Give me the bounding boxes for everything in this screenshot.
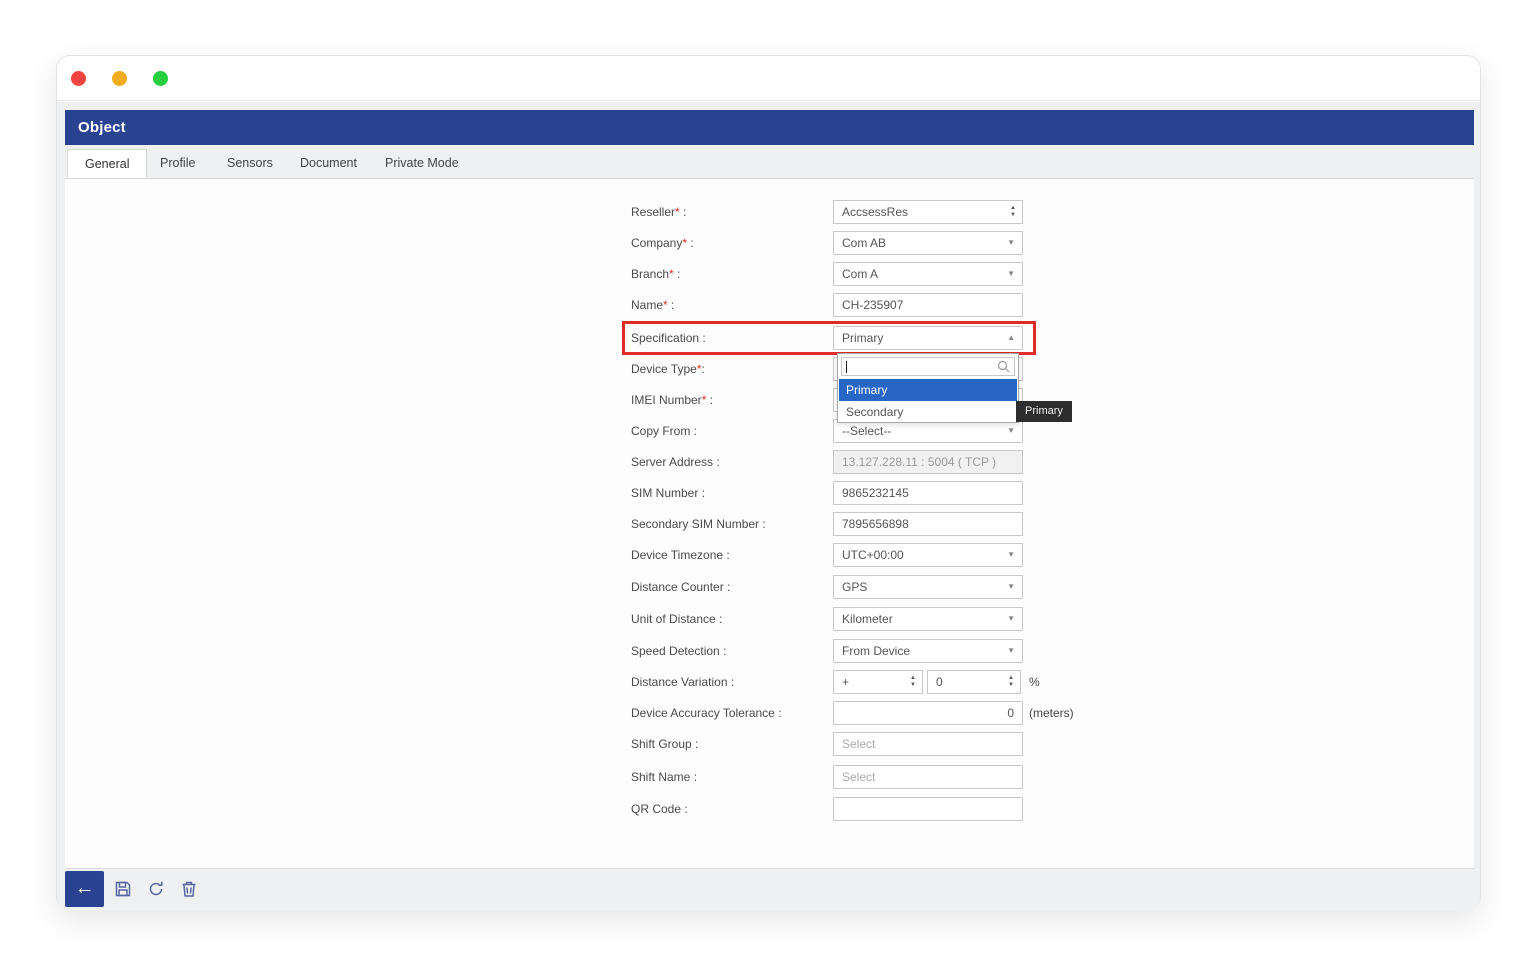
field-row-reseller: Reseller* : AccsessRes▲▼ [631,200,1191,224]
reseller-label: Reseller* : [631,200,829,224]
footer-toolbar: ← [57,869,1480,910]
qr-code-label: QR Code : [631,797,829,821]
title-bar [57,56,1480,101]
field-row-sim-number: SIM Number : [631,481,1191,505]
distance-variation-sign-spinner[interactable]: +▲▼ [833,670,923,694]
zoom-window-icon[interactable] [153,71,168,86]
field-row-secondary-sim-number: Secondary SIM Number : [631,512,1191,536]
device-type-label: Device Type*: [631,357,829,381]
distance-variation-label: Distance Variation : [631,670,829,694]
text-caret [846,361,847,373]
name-input[interactable] [833,293,1023,317]
device-accuracy-tolerance-input[interactable] [833,701,1023,725]
field-row-device-timezone: Device Timezone : UTC+00:00▼ [631,543,1191,567]
device-timezone-label: Device Timezone : [631,543,829,567]
dropdown-option-secondary[interactable]: Secondary [839,401,1017,423]
speed-detection-select[interactable]: From Device▼ [833,639,1023,663]
secondary-sim-number-label: Secondary SIM Number : [631,512,829,536]
specification-select[interactable]: Primary▲ [833,326,1023,350]
tab-profile[interactable]: Profile [143,149,212,178]
distance-counter-select[interactable]: GPS▼ [833,575,1023,599]
device-accuracy-tolerance-unit: (meters) [1029,701,1074,725]
minimize-window-icon[interactable] [112,71,127,86]
specification-label: Specification : [631,326,829,350]
delete-button[interactable] [179,879,199,899]
device-timezone-select[interactable]: UTC+00:00▼ [833,543,1023,567]
shift-group-label: Shift Group : [631,732,829,756]
sim-number-input[interactable] [833,481,1023,505]
branch-label: Branch* : [631,262,829,286]
distance-variation-amount-spinner[interactable]: 0▲▼ [927,670,1021,694]
tab-document[interactable]: Document [283,149,374,178]
copy-from-label: Copy From : [631,419,829,443]
company-label: Company* : [631,231,829,255]
chevron-down-icon: ▼ [1007,263,1015,285]
shift-name-input[interactable] [833,765,1023,789]
field-row-specification: Specification : Primary▲ [631,326,1191,350]
device-accuracy-tolerance-label: Device Accuracy Tolerance : [631,701,829,725]
shift-group-input[interactable] [833,732,1023,756]
distance-variation-unit: % [1029,670,1040,694]
chevron-down-icon: ▼ [1007,608,1015,630]
field-row-distance-counter: Distance Counter : GPS▼ [631,575,1191,599]
chevron-down-icon: ▼ [1007,576,1015,598]
page-title: Object [65,110,1474,145]
search-icon [997,360,1010,378]
stepper-icon: ▲▼ [1010,205,1016,219]
chevron-down-icon: ▼ [1007,420,1015,442]
tab-private-mode[interactable]: Private Mode [368,149,476,178]
close-window-icon[interactable] [71,71,86,86]
chevron-down-icon: ▼ [1007,640,1015,662]
save-icon [113,879,133,899]
save-button[interactable] [113,879,133,899]
qr-code-input[interactable] [833,797,1023,821]
tab-sensors[interactable]: Sensors [210,149,290,178]
field-row-branch: Branch* : Com A▼ [631,262,1191,286]
field-row-distance-variation: Distance Variation : +▲▼ 0▲▼ % [631,670,1191,694]
dropdown-option-primary[interactable]: Primary [839,379,1017,401]
back-arrow-icon: ← [75,877,95,899]
tab-bar: General Profile Sensors Document Private… [65,145,1474,179]
dropdown-search-input[interactable] [841,357,1015,376]
field-row-name: Name* : [631,293,1191,317]
unit-of-distance-select[interactable]: Kilometer▼ [833,607,1023,631]
field-row-server-address: Server Address : 13.127.228.11 : 5004 ( … [631,450,1191,474]
field-row-shift-group: Shift Group : [631,732,1191,756]
unit-of-distance-label: Unit of Distance : [631,607,829,631]
stepper-icon: ▲▼ [910,675,916,689]
app-window: Object General Profile Sensors Document … [56,55,1481,910]
field-row-unit-of-distance: Unit of Distance : Kilometer▼ [631,607,1191,631]
field-row-device-accuracy-tolerance: Device Accuracy Tolerance : (meters) [631,701,1191,725]
refresh-icon [146,879,166,899]
chevron-down-icon: ▼ [1007,544,1015,566]
specification-dropdown-panel: Primary Secondary [837,353,1019,423]
speed-detection-label: Speed Detection : [631,639,829,663]
trash-icon [179,879,199,899]
distance-counter-label: Distance Counter : [631,575,829,599]
stepper-icon: ▲▼ [1008,675,1014,689]
imei-number-label: IMEI Number* : [631,388,829,412]
chevron-up-icon: ▲ [1007,327,1015,349]
company-select[interactable]: Com AB▼ [833,231,1023,255]
reset-button[interactable] [146,879,166,899]
server-address-label: Server Address : [631,450,829,474]
field-row-qr-code: QR Code : [631,797,1191,821]
field-row-speed-detection: Speed Detection : From Device▼ [631,639,1191,663]
chevron-down-icon: ▼ [1007,232,1015,254]
server-address-input: 13.127.228.11 : 5004 ( TCP ) [833,450,1023,474]
tab-general[interactable]: General [67,149,147,178]
field-row-shift-name: Shift Name : [631,765,1191,789]
field-row-company: Company* : Com AB▼ [631,231,1191,255]
shift-name-label: Shift Name : [631,765,829,789]
secondary-sim-number-input[interactable] [833,512,1023,536]
name-label: Name* : [631,293,829,317]
primary-tooltip: Primary [1016,401,1072,422]
branch-select[interactable]: Com A▼ [833,262,1023,286]
reseller-select[interactable]: AccsessRes▲▼ [833,200,1023,224]
sim-number-label: SIM Number : [631,481,829,505]
back-button[interactable]: ← [65,871,104,907]
